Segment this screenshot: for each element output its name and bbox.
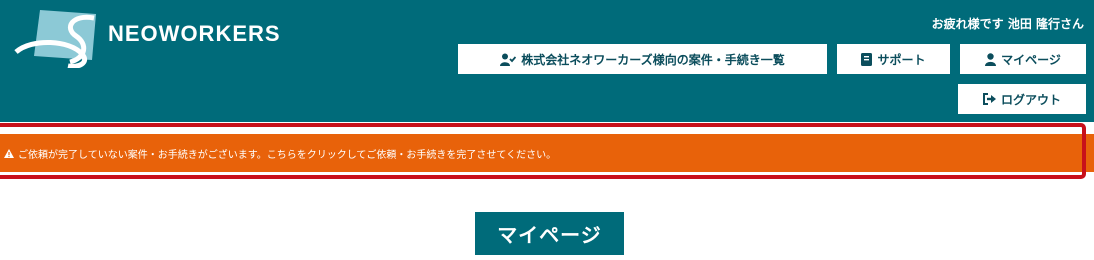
warning-icon: [4, 149, 14, 158]
user-greeting: お疲れ様です 池田 隆行さん: [931, 17, 1084, 31]
cases-list-button[interactable]: 株式会社ネオワーカーズ様向の案件・手続き一覧: [458, 44, 827, 74]
logo-text: NEOWORKERS: [108, 21, 281, 46]
sign-out-icon: [982, 93, 996, 105]
support-label: サポート: [877, 52, 926, 67]
logout-label: ログアウト: [1000, 92, 1061, 107]
mypage-button[interactable]: マイページ: [960, 44, 1086, 74]
logout-button[interactable]: ログアウト: [958, 84, 1086, 114]
alert-message: ご依頼が完了していない案件・お手続きがございます。こちらをクリックしてご依頼・お…: [18, 150, 557, 161]
site-header: NEOWORKERS お疲れ様です 池田 隆行さん 株式会社ネオワーカーズ様向の…: [0, 0, 1094, 122]
page-title: マイページ: [475, 212, 624, 255]
user-check-icon: [500, 53, 517, 66]
logo-mark: [14, 10, 96, 69]
incomplete-alert-link[interactable]: ご依頼が完了していない案件・お手続きがございます。こちらをクリックしてご依頼・お…: [4, 146, 556, 161]
mypage-label: マイページ: [1001, 52, 1061, 67]
book-icon: [861, 52, 873, 66]
cases-list-label: 株式会社ネオワーカーズ様向の案件・手続き一覧: [521, 52, 785, 67]
user-icon: [985, 52, 997, 66]
support-button[interactable]: サポート: [837, 44, 950, 74]
